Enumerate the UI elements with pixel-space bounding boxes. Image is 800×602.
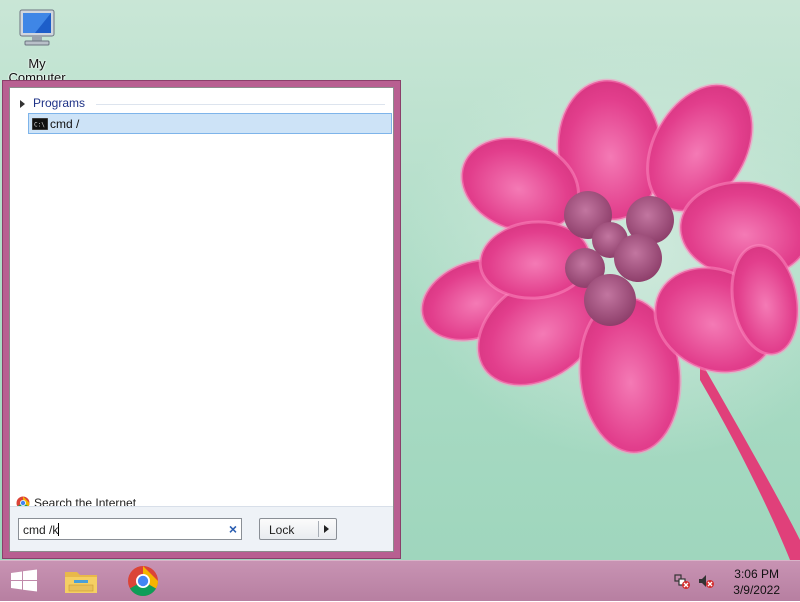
folder-icon [65, 572, 97, 593]
taskbar: 3:06 PM 3/9/2022 [0, 560, 800, 601]
computer-icon [19, 9, 55, 46]
start-button[interactable] [0, 563, 48, 599]
taskbar-clock[interactable]: 3:06 PM 3/9/2022 [733, 566, 780, 598]
button-separator [318, 521, 319, 537]
network-disconnected-icon[interactable] [673, 573, 691, 589]
power-options-arrow-icon[interactable] [324, 525, 329, 533]
desktop-icon-my-computer[interactable]: My Computer [8, 8, 66, 85]
clear-search-icon[interactable]: × [229, 521, 237, 537]
chrome-icon [128, 566, 158, 597]
clock-date: 3/9/2022 [733, 583, 780, 597]
divider [96, 104, 385, 105]
search-input-value-wrap: cmd /k [23, 523, 60, 537]
text-caret [58, 523, 60, 536]
clock-time: 3:06 PM [734, 567, 779, 581]
svg-text:C:\: C:\ [34, 122, 45, 129]
expand-arrow-icon [20, 100, 25, 108]
taskbar-chrome[interactable] [119, 563, 167, 599]
windows-logo-icon [11, 569, 37, 592]
search-input-value: cmd /k [23, 523, 59, 537]
start-menu-bottom-bar: cmd /k × Lock [10, 506, 393, 551]
start-menu-panel: Programs C:\ cmd / Search the Internet c… [9, 87, 394, 552]
command-prompt-icon: C:\ [32, 118, 48, 130]
start-menu: Programs C:\ cmd / Search the Internet c… [2, 80, 401, 559]
programs-section-header[interactable]: Programs [20, 96, 385, 112]
programs-label: Programs [33, 96, 86, 110]
search-result-label: cmd / [50, 117, 80, 131]
volume-muted-icon[interactable] [697, 573, 715, 589]
search-result-cmd[interactable]: C:\ cmd / [28, 113, 392, 134]
start-search-input[interactable]: cmd /k × [18, 518, 242, 540]
lock-button-label: Lock [269, 523, 295, 537]
lock-button[interactable]: Lock [259, 518, 337, 540]
taskbar-file-explorer[interactable] [57, 563, 105, 599]
